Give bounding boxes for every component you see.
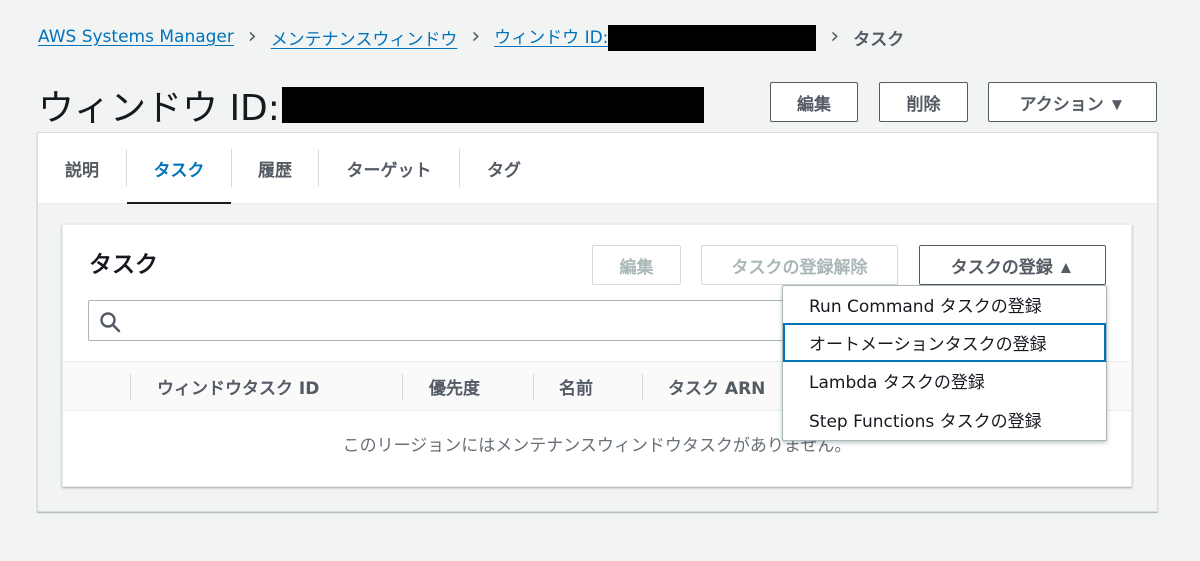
register-task-menu: Run Command タスクの登録 オートメーションタスクの登録 Lambda… — [782, 285, 1107, 441]
column-header-task-arn[interactable]: タスク ARN — [668, 362, 765, 410]
menu-item-step-functions[interactable]: Step Functions タスクの登録 — [783, 400, 1106, 439]
redaction-block — [608, 25, 817, 51]
deregister-task-button[interactable]: タスクの登録解除 — [701, 245, 898, 285]
column-divider — [642, 374, 643, 400]
column-header-window-task-id[interactable]: ウィンドウタスク ID — [157, 362, 319, 410]
column-header-name[interactable]: 名前 — [559, 362, 593, 410]
column-divider — [130, 374, 131, 400]
breadcrumb-systems-manager-link[interactable]: AWS Systems Manager — [38, 27, 234, 47]
chevron-right-icon: › — [471, 24, 481, 49]
breadcrumb-window-id-link[interactable]: ウィンドウ ID: — [494, 23, 817, 51]
page-title: ウィンドウ ID: — [38, 82, 704, 129]
tab-tasks[interactable]: タスク — [127, 133, 231, 204]
column-header-priority[interactable]: 優先度 — [429, 362, 480, 410]
menu-item-automation[interactable]: オートメーションタスクの登録 — [783, 323, 1106, 362]
breadcrumb-maintenance-windows-link[interactable]: メンテナンスウィンドウ — [271, 25, 458, 50]
actions-dropdown-button[interactable]: アクション ▼ — [988, 82, 1157, 122]
delete-window-button[interactable]: 削除 — [879, 82, 968, 122]
chevron-right-icon: › — [830, 24, 840, 49]
chevron-right-icon: › — [247, 24, 257, 49]
redaction-block — [281, 87, 704, 123]
breadcrumb: AWS Systems Manager › メンテナンスウィンドウ › ウィンド… — [38, 23, 905, 51]
tab-targets[interactable]: ターゲット — [319, 133, 459, 204]
column-divider — [402, 374, 403, 400]
breadcrumb-current: タスク — [853, 29, 905, 50]
column-divider — [533, 374, 534, 400]
search-icon — [100, 312, 121, 333]
tab-description[interactable]: 説明 — [38, 133, 126, 204]
tasks-panel-title: タスク — [89, 252, 158, 278]
breadcrumb-window-id-label: ウィンドウ ID: — [494, 28, 609, 48]
page-title-prefix: ウィンドウ ID: — [38, 88, 280, 129]
edit-window-button[interactable]: 編集 — [770, 82, 858, 122]
tab-bar: 説明 タスク 履歴 ターゲット タグ — [38, 133, 1157, 204]
menu-item-lambda[interactable]: Lambda タスクの登録 — [783, 361, 1106, 400]
menu-item-run-command[interactable]: Run Command タスクの登録 — [783, 285, 1106, 324]
register-task-button[interactable]: タスクの登録 ▲ — [919, 245, 1106, 285]
edit-task-button[interactable]: 編集 — [592, 245, 681, 285]
tab-history[interactable]: 履歴 — [232, 133, 318, 204]
tab-tags[interactable]: タグ — [460, 133, 548, 204]
